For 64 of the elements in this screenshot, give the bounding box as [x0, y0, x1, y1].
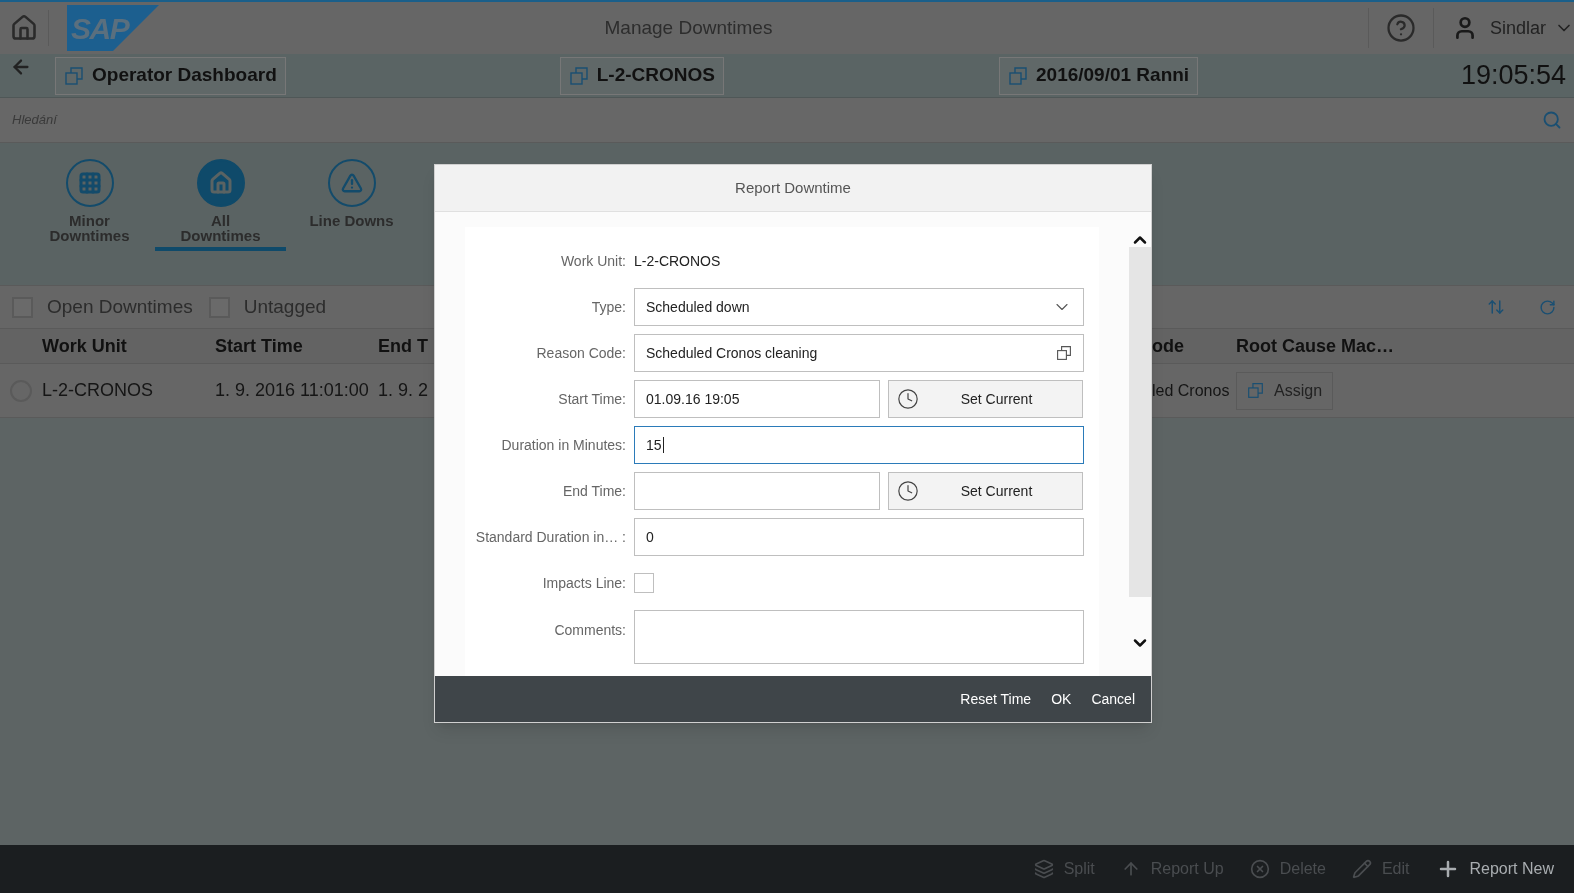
comments-field[interactable] [634, 610, 1084, 664]
warning-list-icon [327, 159, 376, 207]
field-label: Start Time: [557, 389, 626, 409]
copy-icon [1056, 345, 1072, 361]
column-header: Start Time [215, 335, 303, 356]
sap-logo: SAP [67, 5, 159, 51]
home-icon[interactable] [10, 14, 38, 42]
table-cell: 1. 9. 2016 11:01:00 [215, 380, 369, 400]
field-value: L-2-CRONOS [634, 251, 721, 271]
field-label: Impacts Line: [541, 573, 626, 593]
column-header: ode [1152, 335, 1184, 356]
layers-icon [1033, 859, 1054, 879]
dialog-button[interactable]: Reset Time [952, 682, 1040, 716]
delete-icon [1249, 859, 1270, 879]
scrollbar-track[interactable] [1129, 247, 1151, 597]
type-dropdown[interactable]: Scheduled down [634, 288, 1084, 326]
copy-icon [568, 65, 589, 86]
help-icon[interactable] [1385, 13, 1416, 43]
column-header: Work Unit [42, 335, 127, 356]
dialog-button[interactable]: Cancel [1083, 682, 1143, 716]
input-field[interactable]: 0 [634, 518, 1084, 556]
clock-icon [897, 480, 919, 502]
set-current-button[interactable]: Set Current [888, 380, 1083, 418]
filter-label[interactable]: Open Downtimes [47, 292, 193, 322]
field-label: Comments: [553, 621, 626, 640]
search-icon[interactable] [1542, 110, 1562, 130]
table-cell: led Cronos [1152, 381, 1230, 399]
clock: 19:05:54 [1460, 59, 1567, 93]
filter-label[interactable]: Untagged [243, 292, 327, 322]
column-header: End T [378, 335, 428, 356]
context-button[interactable]: Operator Dashboard [55, 56, 286, 95]
bricks-icon [65, 159, 114, 207]
clock-icon [897, 388, 919, 410]
table-cell: L-2-CRONOS [42, 380, 153, 400]
toolbar-button[interactable]: Report New [1435, 857, 1554, 881]
refresh-icon[interactable] [1539, 298, 1556, 316]
column-header: Root Cause Mac… [1236, 335, 1395, 356]
assign-button[interactable]: Assign [1236, 371, 1334, 410]
icon-tab[interactable]: All Downtimes [155, 159, 286, 251]
set-current-button[interactable]: Set Current [888, 472, 1083, 510]
sort-icon[interactable] [1487, 298, 1505, 316]
app-title: Manage Downtimes [604, 15, 773, 40]
pencil-icon [1351, 859, 1372, 879]
user-name[interactable]: Sindlar [1489, 14, 1546, 42]
time-field[interactable]: 01.09.16 19:05 [634, 380, 880, 418]
table-cell: 1. 9. 2 [378, 380, 429, 400]
field-label: Type: [590, 297, 626, 317]
field-label: End Time: [561, 481, 626, 501]
field-label: Duration in Minutes: [500, 435, 626, 455]
checkbox[interactable] [634, 573, 654, 593]
dialog-button[interactable]: OK [1043, 682, 1080, 716]
input-field[interactable]: 15 [634, 426, 1084, 464]
context-button[interactable]: L-2-CRONOS [559, 56, 724, 95]
copy-icon [64, 65, 84, 86]
house-icon [196, 159, 245, 207]
field-label: Reason Code: [535, 343, 626, 363]
field-label: Standard Duration in… : [474, 527, 626, 547]
context-button[interactable]: 2016/09/01 Ranni [999, 56, 1199, 95]
copy-icon [1008, 65, 1028, 86]
time-field[interactable] [634, 472, 880, 510]
reason-code-field[interactable]: Scheduled Cronos cleaning [634, 334, 1084, 372]
dialog-title: Report Downtime [735, 177, 851, 198]
field-label: Work Unit: [559, 251, 626, 271]
copy-icon [1247, 382, 1264, 399]
